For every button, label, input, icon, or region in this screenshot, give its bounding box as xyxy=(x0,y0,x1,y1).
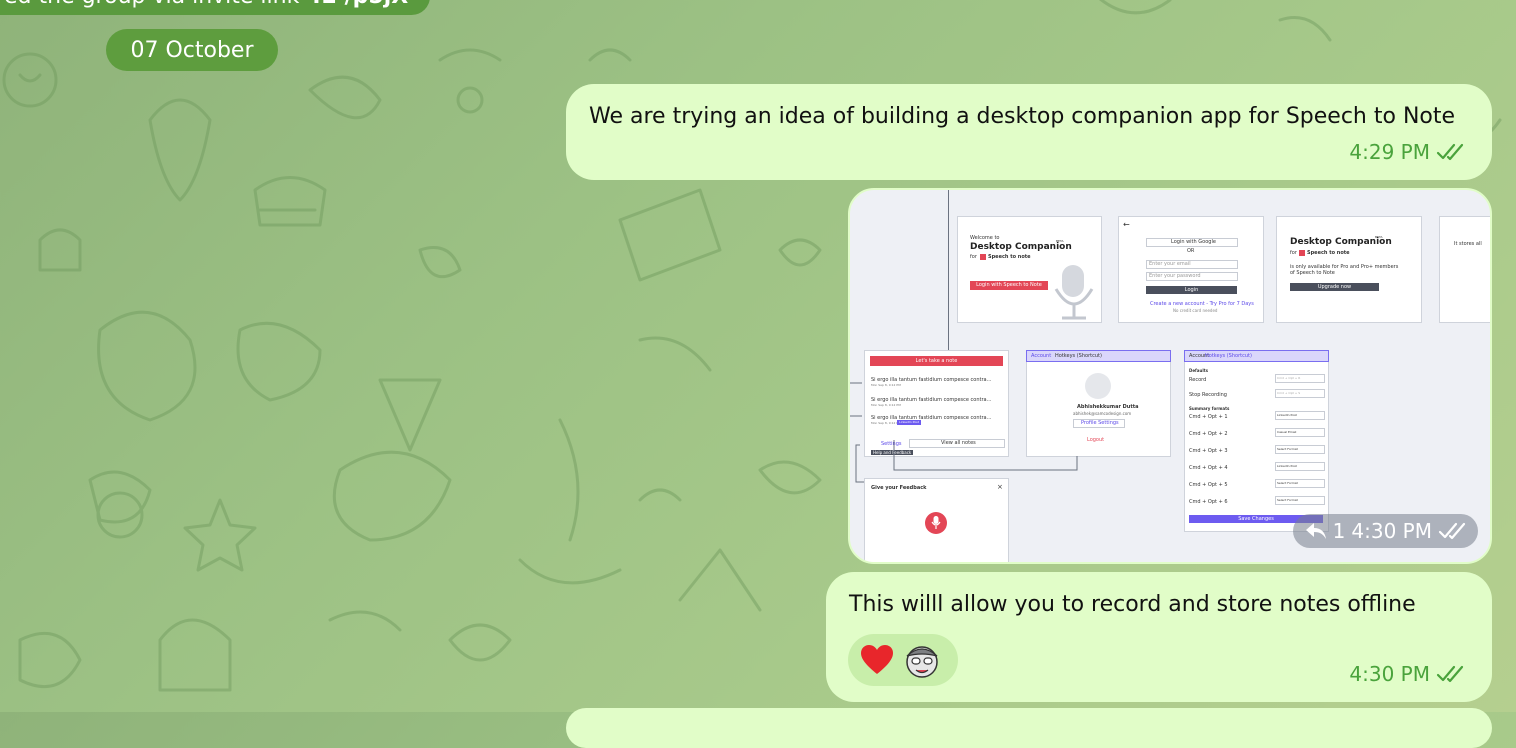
message-time: 4:29 PM xyxy=(1349,140,1430,164)
cartoon-avatar-icon xyxy=(906,646,938,678)
invite-link-code[interactable]: 42 /p5jX xyxy=(306,0,408,9)
message-bubble-outgoing[interactable]: This willl allow you to record and store… xyxy=(826,572,1492,702)
message-time: 4:30 PM xyxy=(1351,519,1432,543)
image-message-meta: 1 4:30 PM xyxy=(1292,514,1478,548)
app-screenshot-image: Welcome to Desktop Companion BETA for Sp… xyxy=(850,190,1490,562)
double-check-icon xyxy=(1438,522,1466,540)
message-text: This willl allow you to record and store… xyxy=(849,592,1416,617)
image-message[interactable]: Welcome to Desktop Companion BETA for Sp… xyxy=(848,188,1492,564)
heart-reaction-icon[interactable] xyxy=(860,644,894,676)
reactions-bar[interactable] xyxy=(848,634,958,686)
message-bubble-outgoing-partial[interactable] xyxy=(566,708,1492,748)
system-message-text: ed the group via invite link xyxy=(4,0,299,9)
reply-count[interactable]: 1 xyxy=(1333,519,1346,543)
chat-window: { "system_message": {"text": "ed the gro… xyxy=(0,0,1516,748)
date-separator: 07 October xyxy=(106,29,278,71)
flow-connectors xyxy=(850,382,1078,483)
double-check-icon xyxy=(1436,665,1464,683)
reply-icon[interactable] xyxy=(1305,522,1327,540)
message-meta: 4:30 PM xyxy=(1349,658,1466,690)
message-time: 4:30 PM xyxy=(1349,662,1430,686)
system-message: ed the group via invite link 42 /p5jX xyxy=(0,0,431,15)
double-check-icon xyxy=(1436,143,1464,161)
message-text: We are trying an idea of building a desk… xyxy=(589,104,1456,129)
message-bubble-outgoing[interactable]: We are trying an idea of building a desk… xyxy=(566,84,1492,180)
message-meta: 4:29 PM xyxy=(1349,136,1466,168)
